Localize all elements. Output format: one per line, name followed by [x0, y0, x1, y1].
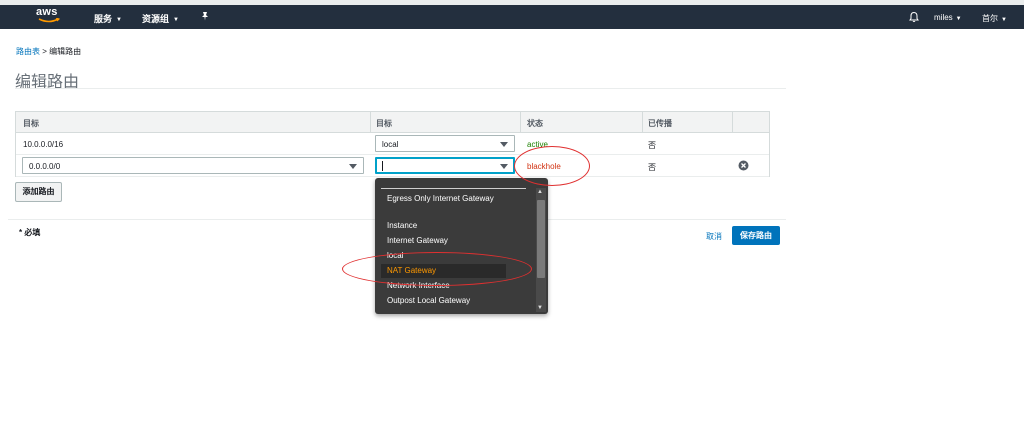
caret-down-icon	[500, 164, 508, 169]
header-propagated: 已传播	[648, 119, 672, 128]
scroll-up-icon[interactable]: ▲	[537, 189, 543, 195]
column-divider	[642, 112, 643, 133]
aws-logo[interactable]: aws	[36, 6, 62, 26]
user-menu-label: miles	[934, 13, 953, 22]
services-menu-label: 服务	[94, 14, 113, 24]
table-header: 目标 目标 状态 已传播	[16, 112, 769, 133]
breadcrumb: 路由表 > 编辑路由	[16, 46, 81, 57]
destination-input-value: 0.0.0.0/0	[29, 162, 61, 171]
bell-icon[interactable]	[908, 11, 920, 23]
target-select[interactable]: local	[375, 135, 515, 152]
table-row: 0.0.0.0/0 blackhole 否	[16, 155, 769, 177]
breadcrumb-separator: >	[40, 47, 50, 56]
scrollbar-thumb[interactable]	[537, 200, 545, 278]
header-target: 目标	[376, 119, 392, 128]
dropdown-option-internet-gateway[interactable]: Internet Gateway	[387, 234, 517, 247]
required-note: * 必填	[19, 228, 41, 237]
caret-down-icon	[349, 164, 357, 169]
text-cursor	[382, 161, 383, 171]
header-status: 状态	[527, 119, 543, 128]
chevron-down-icon: ▼	[1001, 17, 1007, 23]
target-select-active[interactable]	[375, 157, 515, 174]
dropdown-option-egress-only-igw[interactable]: Egress Only Internet Gateway	[387, 192, 517, 205]
column-divider	[520, 112, 521, 133]
region-menu-label: 首尔	[982, 14, 998, 23]
aws-navbar: aws 服务 ▼ 资源组 ▼ miles ▼ 首尔 ▼	[0, 5, 1024, 29]
services-menu[interactable]: 服务 ▼	[94, 12, 122, 25]
target-dropdown-menu: Egress Only Internet Gateway Instance In…	[375, 178, 548, 314]
cancel-link[interactable]: 取消	[706, 231, 722, 242]
annotation-circle-nat-gateway	[342, 252, 532, 286]
column-divider	[732, 112, 733, 133]
dropdown-divider	[381, 188, 526, 189]
destination-input[interactable]: 0.0.0.0/0	[22, 157, 364, 174]
aws-logo-text: aws	[36, 6, 58, 18]
chevron-down-icon: ▼	[173, 17, 179, 23]
dropdown-option-instance[interactable]: Instance	[387, 219, 517, 232]
route-propagated: 否	[648, 163, 656, 172]
user-menu[interactable]: miles ▼	[934, 13, 962, 22]
caret-down-icon	[500, 142, 508, 147]
title-divider	[15, 88, 786, 89]
route-propagated: 否	[648, 141, 656, 150]
add-route-button[interactable]: 添加路由	[15, 182, 62, 202]
resource-groups-label: 资源组	[142, 14, 170, 24]
routes-table: 目标 目标 状态 已传播 10.0.0.0/16 local active 否 …	[15, 111, 770, 177]
dropdown-scrollbar[interactable]: ▲ ▼	[536, 188, 546, 312]
header-destination: 目标	[23, 119, 39, 128]
breadcrumb-current: 编辑路由	[49, 47, 82, 56]
route-destination: 10.0.0.0/16	[23, 140, 64, 149]
pin-icon[interactable]	[200, 11, 210, 21]
remove-route-icon[interactable]	[738, 160, 749, 171]
scroll-down-icon[interactable]: ▼	[537, 305, 543, 311]
column-divider	[370, 112, 371, 133]
resource-groups-menu[interactable]: 资源组 ▼	[142, 12, 179, 25]
region-menu[interactable]: 首尔 ▼	[982, 13, 1007, 24]
target-select-value: local	[382, 140, 399, 149]
save-routes-button[interactable]: 保存路由	[732, 226, 780, 245]
table-row: 10.0.0.0/16 local active 否	[16, 133, 769, 155]
annotation-circle-blackhole	[514, 146, 590, 186]
dropdown-option-outpost-local-gateway[interactable]: Outpost Local Gateway	[387, 294, 517, 307]
chevron-down-icon: ▼	[955, 16, 962, 22]
chevron-down-icon: ▼	[116, 17, 122, 23]
breadcrumb-route-tables-link[interactable]: 路由表	[16, 47, 40, 56]
aws-smile-icon	[38, 18, 60, 23]
